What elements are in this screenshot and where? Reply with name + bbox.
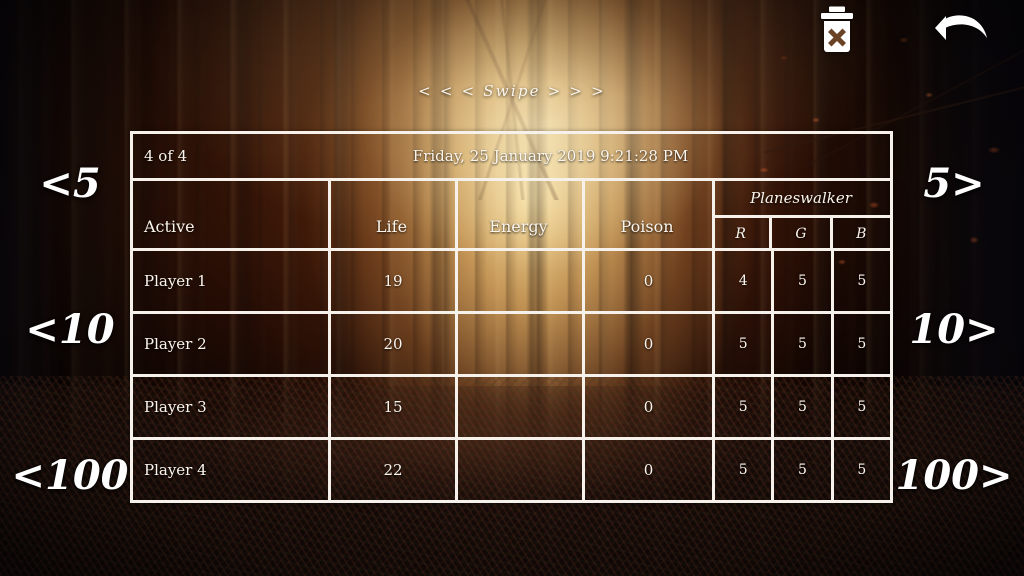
player-name[interactable]: Player 1	[133, 251, 328, 311]
player-poison[interactable]: 0	[582, 377, 712, 438]
player-poison[interactable]: 0	[582, 440, 712, 501]
column-header-g: G	[769, 218, 829, 249]
player-poison[interactable]: 0	[582, 251, 712, 312]
player-pw-r[interactable]: 4	[712, 251, 771, 312]
trash-x-icon	[821, 6, 853, 52]
undo-arrow-icon	[935, 15, 987, 40]
player-life[interactable]: 15	[328, 377, 455, 438]
increment-10-button[interactable]: 10>	[903, 306, 1004, 354]
player-name[interactable]: Player 4	[133, 440, 328, 500]
increment-5-button[interactable]: 5>	[917, 160, 990, 208]
player-pw-g[interactable]: 5	[771, 377, 830, 438]
column-header-r: R	[735, 226, 746, 243]
column-divider	[712, 181, 715, 249]
player-pw-b[interactable]: 5	[830, 440, 890, 501]
delete-button[interactable]	[816, 6, 858, 54]
column-header-planeswalker: Planeswalker	[750, 189, 852, 208]
player-name[interactable]: Player 3	[133, 377, 328, 437]
increment-100-button[interactable]: 100>	[889, 452, 1018, 500]
timestamp-label: Friday, 25 January 2019 9:21:28 PM	[412, 147, 689, 166]
player-pw-r[interactable]: 5	[712, 377, 771, 438]
undo-button[interactable]	[934, 6, 990, 52]
table-row[interactable]: Player 4 22 0 5 5 5	[133, 437, 890, 501]
player-name[interactable]: Player 2	[133, 314, 328, 374]
column-header-planeswalker-group: Planeswalker R G B	[712, 181, 890, 249]
decrement-100-button[interactable]: <100	[5, 452, 134, 500]
left-adjust-controls: <5 <10 <100	[0, 160, 140, 500]
player-pw-r[interactable]: 5	[712, 314, 771, 375]
column-header-life: Life	[375, 217, 408, 237]
swipe-hint-label: < < < Swipe > > >	[418, 82, 606, 100]
planeswalker-subheaders: R G B	[712, 215, 890, 249]
table-meta-row: 4 of 4 Friday, 25 January 2019 9:21:28 P…	[133, 134, 890, 178]
player-life[interactable]: 20	[328, 314, 455, 375]
player-energy[interactable]	[455, 314, 582, 375]
column-header-poison: Poison	[620, 217, 674, 237]
table-row[interactable]: Player 3 15 0 5 5 5	[133, 374, 890, 438]
table-row[interactable]: Player 1 19 0 4 5 5	[133, 248, 890, 312]
player-pw-b[interactable]: 5	[830, 377, 890, 438]
table-row[interactable]: Player 2 20 0 5 5 5	[133, 311, 890, 375]
player-pw-g[interactable]: 5	[771, 440, 830, 501]
player-count-label: 4 of 4	[144, 147, 188, 166]
player-pw-r[interactable]: 5	[712, 440, 771, 501]
player-energy[interactable]	[455, 377, 582, 438]
decrement-10-button[interactable]: <10	[19, 306, 120, 354]
player-life[interactable]: 19	[328, 251, 455, 312]
player-pw-b[interactable]: 5	[830, 251, 890, 312]
player-energy[interactable]	[455, 251, 582, 312]
player-energy[interactable]	[455, 440, 582, 501]
player-life[interactable]: 22	[328, 440, 455, 501]
column-header-b: B	[829, 218, 890, 249]
score-table: 4 of 4 Friday, 25 January 2019 9:21:28 P…	[130, 131, 893, 503]
player-pw-b[interactable]: 5	[830, 314, 890, 375]
table-header-row: Active Life Energy Poison Planeswalker R…	[133, 178, 890, 249]
column-header-energy: Energy	[489, 217, 548, 237]
player-pw-g[interactable]: 5	[771, 251, 830, 312]
column-header-active: Active	[144, 217, 195, 237]
player-poison[interactable]: 0	[582, 314, 712, 375]
player-pw-g[interactable]: 5	[771, 314, 830, 375]
right-adjust-controls: 5> 10> 100>	[884, 160, 1024, 500]
decrement-5-button[interactable]: <5	[33, 160, 106, 208]
